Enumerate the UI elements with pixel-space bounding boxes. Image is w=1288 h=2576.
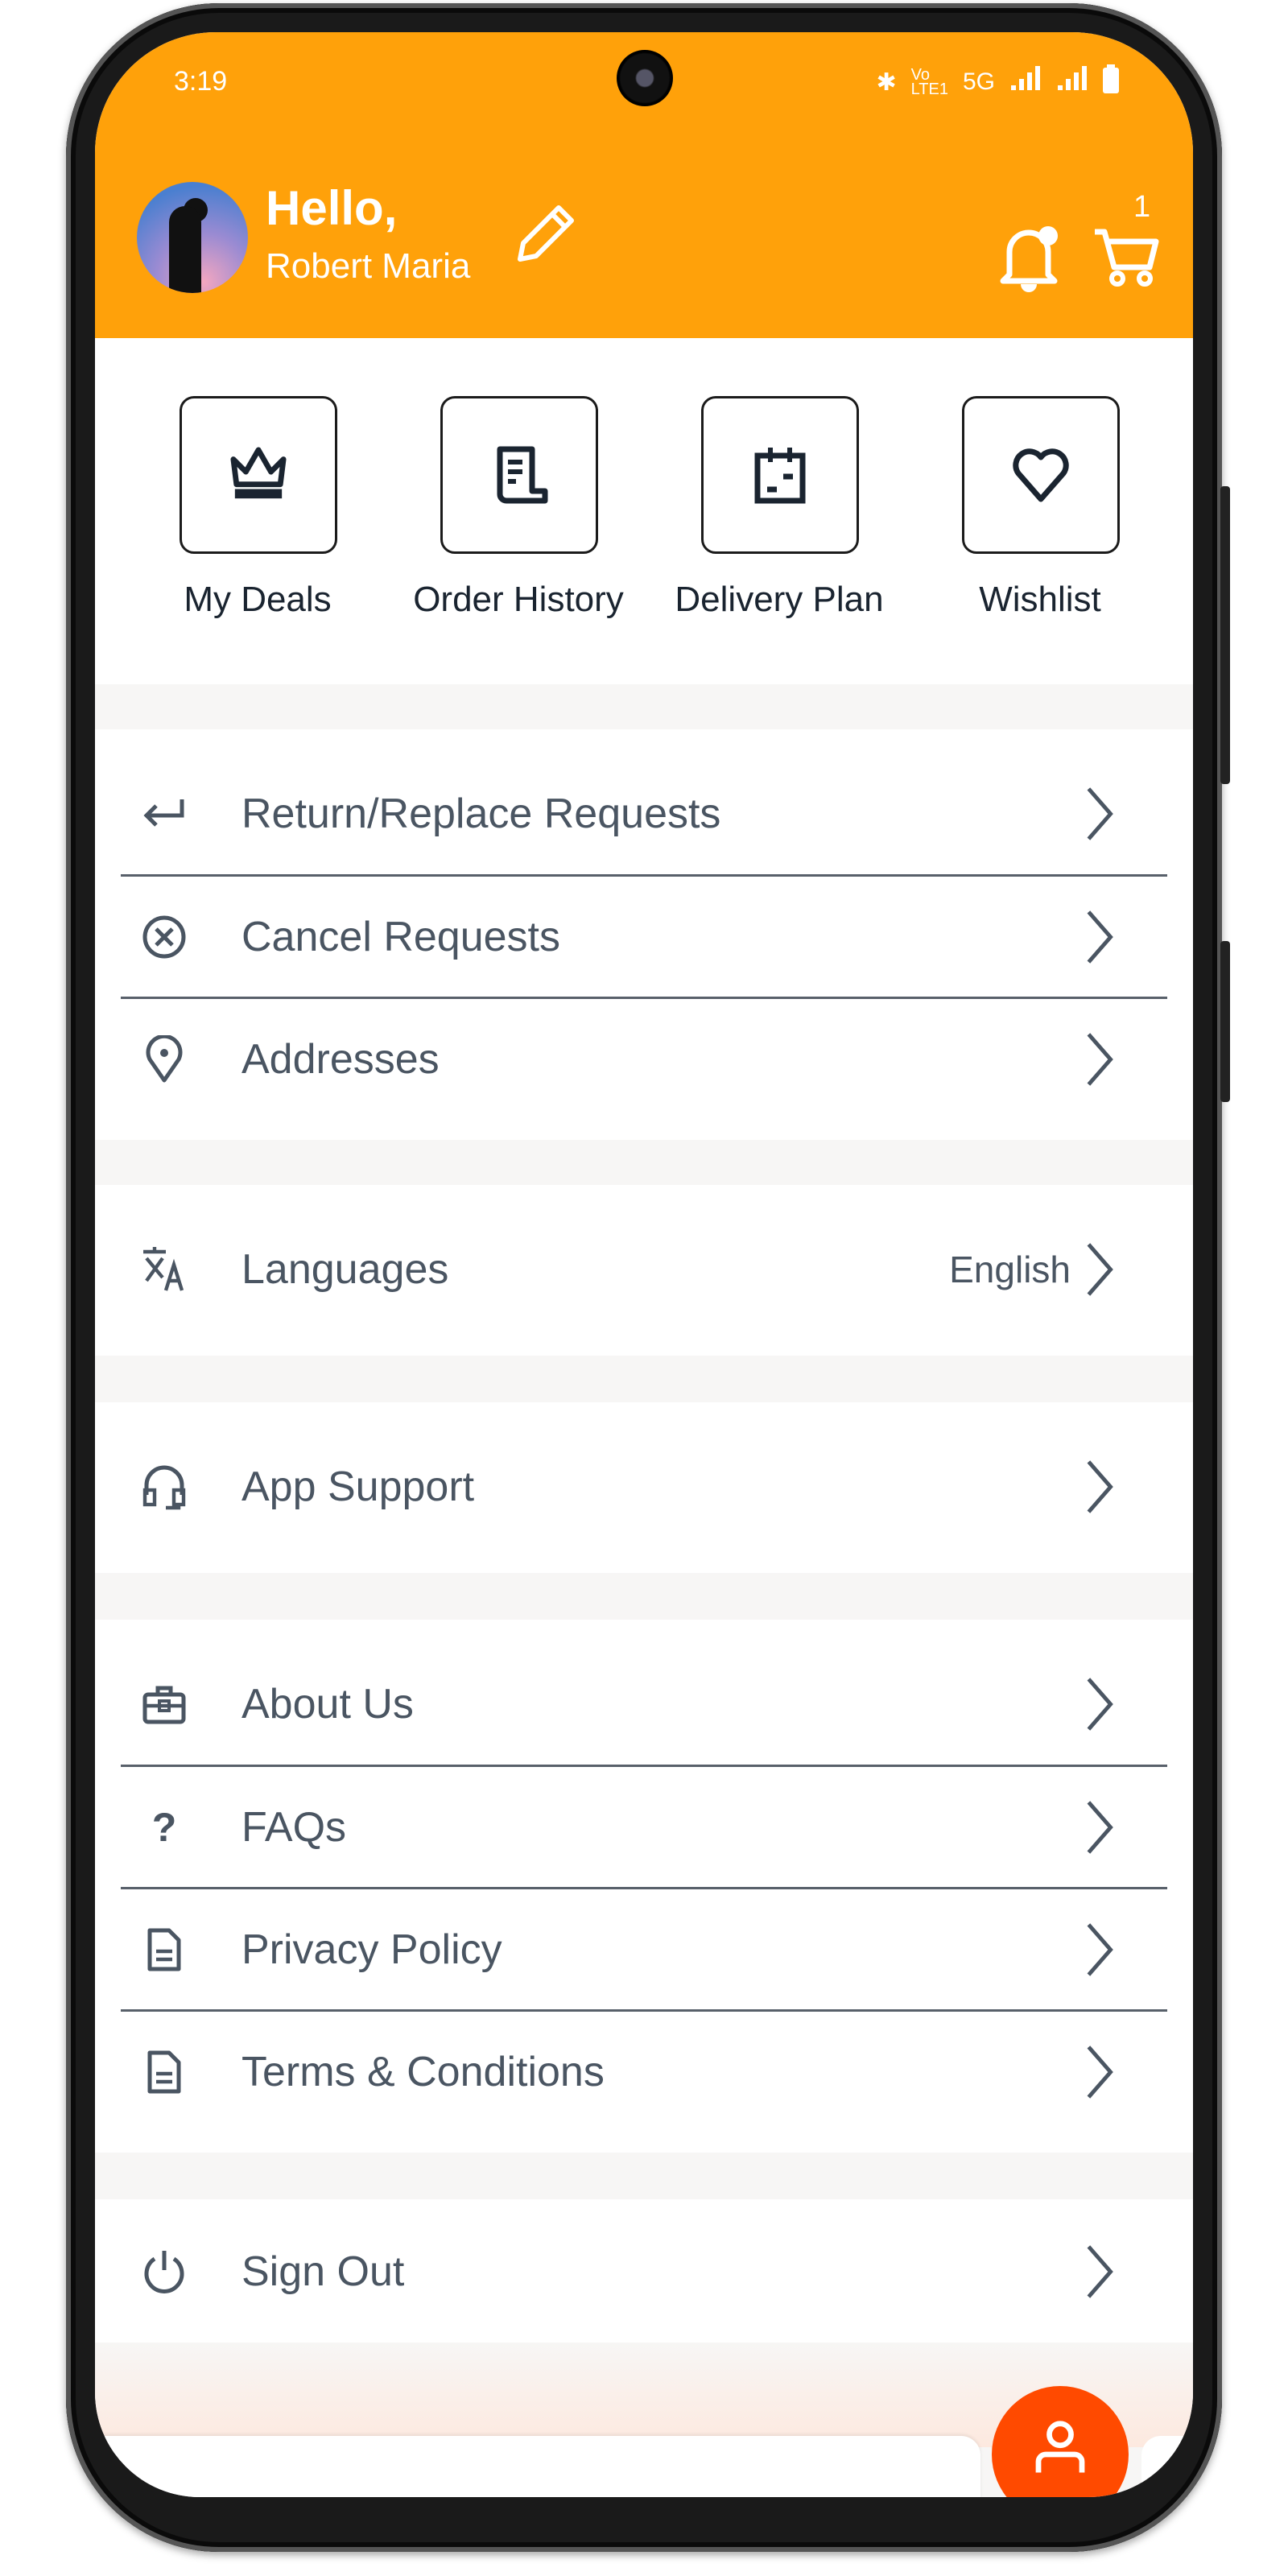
chevron-right-icon [1087, 1460, 1113, 1513]
chevron-right-icon [1087, 1678, 1113, 1731]
quick-action-label: Order History [413, 580, 624, 619]
receipt-icon [497, 446, 548, 504]
bottom-nav-bar [95, 2436, 980, 2497]
menu-item-label: FAQs [242, 1804, 347, 1851]
wishlist-button[interactable] [962, 396, 1120, 554]
menu-item-label: Return/Replace Requests [242, 791, 721, 837]
bottom-nav-bar-right [1141, 2436, 1193, 2497]
cancel-circle-icon [142, 915, 186, 959]
profile-header: 3:19 ✱ Vo LTE1 5G Hello, Robert Maria 1 [95, 32, 1193, 338]
notification-bell-icon[interactable] [997, 222, 1061, 295]
menu-item-label: Languages [242, 1246, 449, 1293]
status-time: 3:19 [174, 66, 228, 97]
menu-item-label: About Us [242, 1681, 414, 1728]
quick-action-label: My Deals [184, 580, 332, 619]
cart-count-badge: 1 [1133, 190, 1151, 224]
chevron-right-icon [1087, 1801, 1113, 1854]
document-icon [147, 1928, 181, 1971]
chevron-right-icon [1087, 2245, 1113, 2298]
quick-actions: My Deals Order History Delivery Plan Wis… [95, 338, 1193, 684]
location-pin-icon [146, 1035, 183, 1083]
menu-item-about-us[interactable]: About Us [121, 1644, 1167, 1765]
power-icon [144, 2251, 184, 2293]
chevron-right-icon [1087, 1923, 1113, 1976]
cart-icon[interactable] [1092, 222, 1159, 290]
chevron-right-icon [1087, 1033, 1113, 1086]
return-arrow-icon [143, 799, 184, 827]
user-icon [1035, 2421, 1085, 2473]
document-icon [147, 2050, 181, 2094]
crown-icon [230, 447, 287, 499]
my-deals-button[interactable] [180, 396, 337, 554]
question-icon: ? [151, 1805, 177, 1850]
chevron-right-icon [1087, 787, 1113, 840]
briefcase-icon [142, 1686, 186, 1724]
quick-action-label: Delivery Plan [675, 580, 884, 619]
menu-item-label: Privacy Policy [242, 1926, 502, 1973]
network-type: 5G [962, 68, 995, 95]
volte-icon: Vo LTE1 [910, 66, 948, 98]
quick-action-label: Wishlist [979, 580, 1101, 619]
avatar[interactable] [137, 182, 248, 293]
support-section: App Support [95, 1402, 1193, 1573]
avatar-silhouette [169, 206, 201, 293]
menu-item-return-replace[interactable]: Return/Replace Requests [121, 753, 1167, 874]
screen: 3:19 ✱ Vo LTE1 5G Hello, Robert Maria 1 … [95, 32, 1193, 2497]
menu-item-label: Cancel Requests [242, 914, 560, 960]
menu-item-sign-out[interactable]: Sign Out [121, 2211, 1167, 2332]
front-camera [617, 50, 673, 106]
menu-item-privacy-policy[interactable]: Privacy Policy [121, 1889, 1167, 2010]
calendar-icon [754, 448, 806, 504]
signal-icon [1009, 66, 1042, 98]
selected-language: English [949, 1249, 1071, 1290]
menu-item-languages[interactable]: Languages English [121, 1209, 1167, 1330]
menu-item-label: Sign Out [242, 2248, 405, 2295]
user-name: Robert Maria [266, 246, 471, 286]
menu-item-label: Addresses [242, 1036, 440, 1083]
edit-pencil-icon[interactable] [514, 201, 578, 266]
menu-item-faqs[interactable]: ? FAQs [121, 1767, 1167, 1888]
translate-icon [143, 1247, 184, 1291]
order-history-button[interactable] [440, 396, 598, 554]
chevron-right-icon [1087, 1243, 1113, 1296]
menu-item-label: Terms & Conditions [242, 2049, 605, 2095]
greeting: Hello, [266, 181, 398, 235]
menu-item-cancel-requests[interactable]: Cancel Requests [121, 877, 1167, 997]
menu-item-terms-conditions[interactable]: Terms & Conditions [121, 2012, 1167, 2132]
menu-item-addresses[interactable]: Addresses [121, 999, 1167, 1120]
delivery-plan-button[interactable] [701, 396, 859, 554]
chevron-right-icon [1087, 2046, 1113, 2099]
status-icons: ✱ Vo LTE1 5G [876, 64, 1119, 100]
headset-icon [142, 1465, 186, 1510]
power-button [1220, 941, 1230, 1102]
info-section: About Us ? FAQs Privacy Policy Terms & C… [95, 1620, 1193, 2153]
volume-button [1220, 486, 1230, 784]
bluetooth-icon: ✱ [876, 68, 897, 96]
signal-icon-2 [1056, 66, 1088, 98]
sign-out-section: Sign Out [95, 2199, 1193, 2344]
requests-section: Return/Replace Requests Cancel Requests … [95, 729, 1193, 1140]
heart-icon [1013, 448, 1069, 502]
battery-icon [1103, 64, 1119, 100]
languages-section: Languages English [95, 1185, 1193, 1356]
menu-item-label: App Support [242, 1463, 475, 1510]
chevron-right-icon [1087, 910, 1113, 964]
menu-item-app-support[interactable]: App Support [121, 1426, 1167, 1547]
